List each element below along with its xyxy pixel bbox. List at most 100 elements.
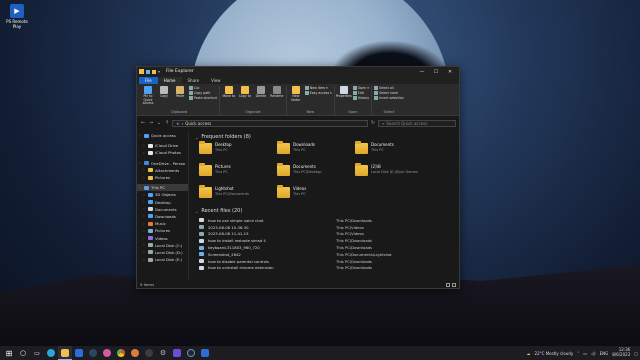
copy-path-button[interactable]: Copy path <box>189 91 217 95</box>
chevron-right-icon[interactable]: › <box>142 250 146 254</box>
chrome-taskbar-button[interactable] <box>114 346 128 360</box>
search-input[interactable]: ⌕ Search Quick access <box>378 119 456 127</box>
network-icon[interactable]: ▭ <box>583 351 587 356</box>
frequent-folders-header[interactable]: ⌄ Frequent folders (8) <box>195 133 453 141</box>
recent-file-row[interactable]: Screenshot_2642 This PC\Documents\Lightsh… <box>195 251 453 258</box>
up-button[interactable]: ↑ <box>164 120 170 126</box>
app-taskbar-button[interactable] <box>128 346 142 360</box>
nav-item[interactable]: › iCloud Drive <box>137 142 188 149</box>
chevron-right-icon[interactable]: › <box>138 134 142 138</box>
minimize-button[interactable]: — <box>415 69 429 75</box>
pin-quick-access-button[interactable]: Pin to Quick access <box>141 86 155 110</box>
tab-home[interactable]: Home <box>157 77 182 84</box>
paste-button[interactable]: Paste <box>173 86 187 110</box>
nav-item[interactable]: › Music <box>137 220 188 227</box>
nav-item[interactable]: › Videos <box>137 234 188 241</box>
nav-item[interactable]: › Local Disk (E:) <box>137 256 188 263</box>
nav-item[interactable]: › Local Disk (D:) <box>137 249 188 256</box>
properties-icon[interactable] <box>146 69 150 74</box>
new-folder-icon[interactable] <box>152 69 156 74</box>
nav-item[interactable]: › Attachments <box>137 167 188 174</box>
recent-file-row[interactable]: 2023-08-08 11-41-15 This PC\Videos <box>195 231 453 238</box>
tab-share[interactable]: Share <box>182 77 206 84</box>
chevron-right-icon[interactable]: › <box>142 193 146 197</box>
large-icons-view-button[interactable] <box>452 282 456 287</box>
chevron-right-icon[interactable]: › <box>142 243 146 247</box>
app-taskbar-button[interactable] <box>100 346 114 360</box>
chevron-right-icon[interactable]: › <box>142 214 146 218</box>
back-button[interactable]: ← <box>140 120 146 126</box>
language-indicator[interactable]: ENG <box>600 351 609 356</box>
chevron-right-icon[interactable]: › <box>142 168 146 172</box>
clock[interactable]: 12:36 8/6/2023 <box>612 348 630 357</box>
chevron-right-icon[interactable]: › <box>142 229 146 233</box>
select-all-button[interactable]: Select all <box>374 86 404 90</box>
frequent-folder[interactable]: Downloads This PC <box>277 141 355 159</box>
edit-button[interactable]: Edit <box>352 91 369 95</box>
chevron-right-icon[interactable]: › <box>138 161 142 165</box>
desktop-icon-ps-remote-play[interactable]: ▶ PS Remote Play <box>4 4 30 29</box>
delete-button[interactable]: Delete <box>254 86 268 110</box>
chevron-right-icon[interactable]: › <box>142 207 146 211</box>
chevron-right-icon[interactable]: › <box>142 236 146 240</box>
settings-taskbar-button[interactable]: ⚙ <box>156 346 170 360</box>
nav-item[interactable]: › Desktop <box>137 199 188 206</box>
search-button[interactable]: ○ <box>16 346 30 360</box>
vpn-taskbar-button[interactable] <box>198 346 212 360</box>
task-view-button[interactable]: ▭ <box>30 346 44 360</box>
app-taskbar-button[interactable] <box>170 346 184 360</box>
maximize-button[interactable]: ☐ <box>429 69 443 75</box>
chevron-right-icon[interactable]: › <box>142 258 146 262</box>
copy-to-button[interactable]: Copy to <box>238 86 252 110</box>
notifications-icon[interactable]: ▢ <box>634 351 638 356</box>
select-none-button[interactable]: Select none <box>374 91 404 95</box>
frequent-folder[interactable]: Documents This PC\Desktop <box>277 163 355 181</box>
nav-item[interactable]: › Documents <box>137 206 188 213</box>
recent-file-row[interactable]: 2023-08-08 10-36-30 This PC\Videos <box>195 224 453 231</box>
nav-item[interactable]: › Pictures <box>137 227 188 234</box>
file-explorer-taskbar-button[interactable] <box>58 346 72 360</box>
nav-item[interactable]: › iCloud Photos <box>137 149 188 156</box>
open-button[interactable]: Open ▾ <box>352 86 369 90</box>
easy-access-button[interactable]: Easy access ▾ <box>304 91 332 95</box>
new-folder-button[interactable]: New folder <box>289 86 303 110</box>
frequent-folder[interactable]: Videos This PC <box>277 185 355 203</box>
chevron-right-icon[interactable]: › <box>142 200 146 204</box>
recent-locations-button[interactable]: ⌄ <box>156 120 162 126</box>
invert-selection-button[interactable]: Invert selection <box>374 96 404 100</box>
recent-file-row[interactable]: how to uninstall chrome extension This PC… <box>195 265 453 272</box>
nav-item[interactable]: › Quick access <box>137 132 188 139</box>
recent-file-row[interactable]: keyboard-311803_960_720 This PC\Downloads <box>195 244 453 251</box>
frequent-folder[interactable]: Lightshot This PC\Documents <box>199 185 277 203</box>
recent-files-header[interactable]: ⌄ Recent files (20) <box>195 207 453 215</box>
nav-item[interactable]: › 3D Objects <box>137 191 188 198</box>
steam-taskbar-button[interactable] <box>184 346 198 360</box>
nav-item[interactable]: › Downloads <box>137 213 188 220</box>
nav-item[interactable]: › Local Disk (C:) <box>137 242 188 249</box>
forward-button[interactable]: → <box>148 120 154 126</box>
rename-button[interactable]: Rename <box>270 86 284 110</box>
copy-button[interactable]: Copy <box>157 86 171 110</box>
cut-button[interactable]: Cut <box>189 86 217 90</box>
close-button[interactable]: ✕ <box>443 69 457 75</box>
steam-taskbar-button[interactable] <box>86 346 100 360</box>
refresh-button[interactable]: ↻ <box>370 120 376 126</box>
frequent-folder[interactable]: Pictures This PC <box>199 163 277 181</box>
nav-item[interactable]: › OneDrive - Person <box>137 160 188 167</box>
details-view-button[interactable] <box>446 282 450 287</box>
chevron-right-icon[interactable]: › <box>142 176 146 180</box>
history-button[interactable]: History <box>352 96 369 100</box>
recent-file-row[interactable]: how to install reshade simsd 4 This PC\Do… <box>195 237 453 244</box>
customize-toolbar-icon[interactable]: ▾ <box>158 69 160 74</box>
edge-taskbar-button[interactable] <box>44 346 58 360</box>
chevron-up-icon[interactable]: ˄ <box>577 351 579 356</box>
paste-shortcut-button[interactable]: Paste shortcut <box>189 96 217 100</box>
new-item-button[interactable]: New item ▾ <box>304 86 332 90</box>
tab-file[interactable]: File <box>139 77 158 84</box>
recent-file-row[interactable]: how to disable parental controls This PC\… <box>195 258 453 265</box>
move-to-button[interactable]: Move to <box>222 86 236 110</box>
chevron-right-icon[interactable]: › <box>142 144 146 148</box>
tab-view[interactable]: View <box>205 77 227 84</box>
properties-button[interactable]: Properties <box>336 86 352 110</box>
recent-file-row[interactable]: how to use simple voice chat This PC\Down… <box>195 217 453 224</box>
